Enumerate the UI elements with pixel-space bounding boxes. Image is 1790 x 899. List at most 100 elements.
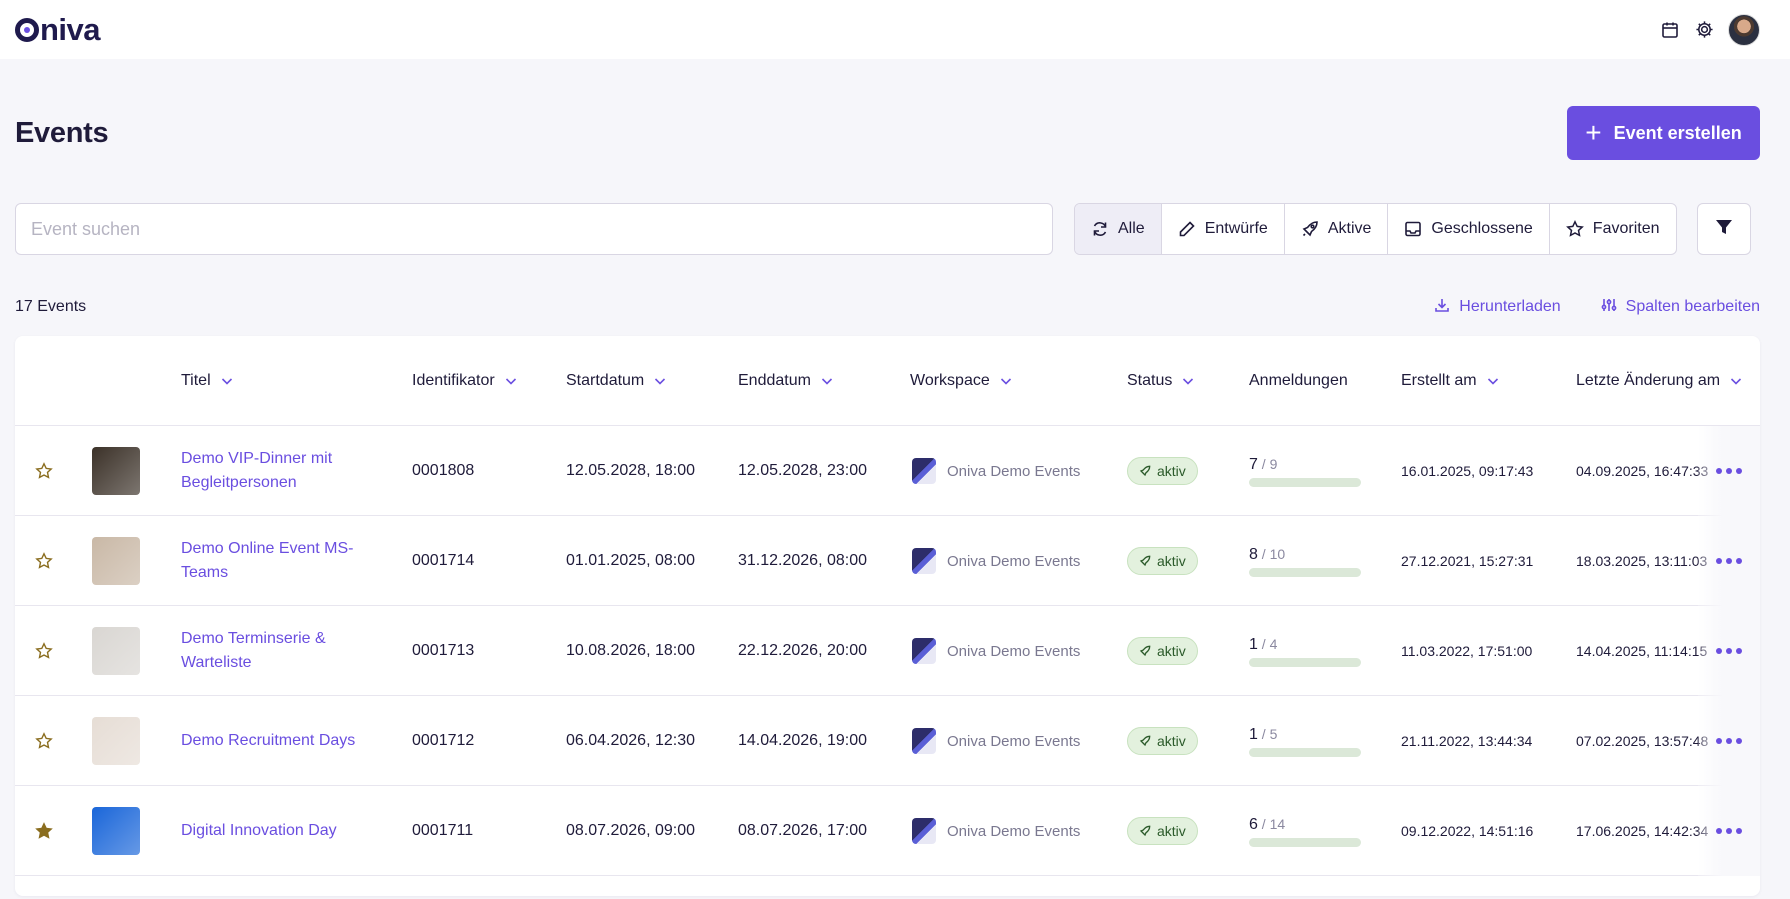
status-badge: aktiv: [1127, 547, 1198, 575]
status-badge: aktiv: [1127, 817, 1198, 845]
pencil-icon: [1178, 220, 1196, 238]
more-options-icon[interactable]: [1716, 738, 1742, 744]
chevron-down-icon: [220, 374, 234, 388]
col-start[interactable]: Startdatum: [566, 336, 667, 426]
download-icon: [1434, 297, 1450, 318]
col-end-label: Enddatum: [738, 372, 811, 389]
create-event-button[interactable]: + Event erstellen: [1567, 106, 1760, 160]
col-status[interactable]: Status: [1127, 336, 1195, 426]
col-identifier-label: Identifikator: [412, 372, 495, 389]
event-title-link[interactable]: Demo Recruitment Days: [181, 696, 371, 786]
status-cell: aktiv: [1127, 516, 1198, 606]
more-options-icon[interactable]: [1716, 648, 1742, 654]
rocket-icon: [1139, 465, 1151, 477]
filter-favorites[interactable]: Favoriten: [1550, 204, 1676, 254]
star-icon: [1565, 220, 1584, 238]
rocket-icon: [1139, 555, 1151, 567]
status-cell: aktiv: [1127, 696, 1198, 786]
edit-columns-link[interactable]: Spalten bearbeiten: [1601, 297, 1760, 318]
rocket-icon: [1139, 645, 1151, 657]
col-created[interactable]: Erstellt am: [1401, 336, 1500, 426]
modified-date: 18.03.2025, 13:11:03: [1576, 553, 1708, 569]
chevron-down-icon: [653, 374, 667, 388]
filter-active-label: Aktive: [1327, 220, 1372, 237]
event-title-link[interactable]: Digital Innovation Day: [181, 786, 371, 876]
chevron-down-icon: [999, 374, 1013, 388]
created-date: 21.11.2022, 13:44:34: [1401, 733, 1533, 749]
rocket-icon: [1139, 735, 1151, 747]
event-start-date: 10.08.2026, 18:00: [566, 642, 696, 659]
calendar-icon[interactable]: [1660, 20, 1680, 40]
event-identifier: 0001711: [412, 822, 474, 839]
favorite-star-icon[interactable]: [35, 426, 53, 516]
filter-all-label: Alle: [1118, 220, 1145, 237]
filter-closed[interactable]: Geschlossene: [1388, 204, 1550, 254]
more-options-icon[interactable]: [1716, 558, 1742, 564]
col-identifier[interactable]: Identifikator: [412, 336, 518, 426]
user-avatar[interactable]: [1728, 13, 1760, 46]
row-actions: [1698, 606, 1760, 696]
advanced-filter-button[interactable]: [1696, 203, 1751, 255]
event-identifier: 0001714: [412, 552, 475, 569]
col-title[interactable]: Titel: [181, 336, 234, 426]
registrations-cell: 6 / 14: [1249, 786, 1361, 876]
modified-date: 17.06.2025, 14:42:34: [1576, 823, 1709, 839]
logo-text: niva: [40, 11, 101, 47]
table-row[interactable]: Demo VIP-Dinner mit Begleitpersonen 0001…: [15, 426, 1760, 516]
event-end-date: 12.05.2028, 23:00: [738, 462, 868, 479]
event-start-date: 08.07.2026, 09:00: [566, 822, 696, 839]
row-actions: [1698, 786, 1760, 876]
event-count: 17 Events: [15, 298, 87, 315]
table-row[interactable]: Demo Terminserie & Warteliste 0001713 10…: [15, 606, 1760, 696]
favorite-star-icon[interactable]: [35, 606, 53, 696]
status-badge: aktiv: [1127, 457, 1198, 485]
favorite-star-icon[interactable]: [35, 696, 53, 786]
table-row[interactable]: Demo Online Event MS-Teams 0001714 01.01…: [15, 516, 1760, 606]
modified-date: 07.02.2025, 13:57:48: [1576, 733, 1709, 749]
event-workspace: Oniva Demo Events: [912, 516, 1080, 606]
workspace-icon: [912, 548, 936, 574]
top-bar: niva: [0, 0, 1790, 59]
table-row[interactable]: Digital Innovation Day 0001711 08.07.202…: [15, 786, 1760, 876]
created-date: 16.01.2025, 09:17:43: [1401, 463, 1534, 479]
gear-icon[interactable]: [1694, 20, 1714, 40]
row-actions: [1698, 696, 1760, 786]
registrations-cell: 8 / 10: [1249, 516, 1361, 606]
event-thumbnail: [92, 447, 140, 495]
registration-count: 1 / 4: [1249, 635, 1278, 653]
inbox-icon: [1404, 220, 1422, 238]
col-modified[interactable]: Letzte Änderung am: [1576, 336, 1743, 426]
registration-progress-bar: [1249, 567, 1361, 577]
registration-progress-bar: [1249, 837, 1361, 847]
event-search-input[interactable]: [15, 203, 1053, 255]
chevron-down-icon: [504, 374, 518, 388]
oniva-logo[interactable]: niva: [15, 11, 101, 48]
col-workspace[interactable]: Workspace: [910, 336, 1013, 426]
event-title-link[interactable]: Demo VIP-Dinner mit Begleitpersonen: [181, 426, 371, 516]
col-end[interactable]: Enddatum: [738, 336, 834, 426]
status-badge: aktiv: [1127, 727, 1198, 755]
filter-favorites-label: Favoriten: [1592, 220, 1660, 237]
event-title-link[interactable]: Demo Online Event MS-Teams: [181, 516, 371, 606]
download-link[interactable]: Herunterladen: [1434, 297, 1561, 318]
favorite-star-icon[interactable]: [35, 516, 53, 606]
favorite-star-icon[interactable]: [35, 786, 53, 876]
filter-drafts[interactable]: Entwürfe: [1162, 204, 1285, 254]
registration-progress-bar: [1249, 477, 1361, 487]
rocket-icon: [1301, 220, 1319, 238]
filter-all[interactable]: Alle: [1075, 204, 1162, 254]
event-end-date: 08.07.2026, 17:00: [738, 822, 868, 839]
table-row[interactable]: Demo Recruitment Days 0001712 06.04.2026…: [15, 696, 1760, 786]
col-registrations-label: Anmeldungen: [1249, 372, 1348, 389]
more-options-icon[interactable]: [1716, 828, 1742, 834]
filter-active[interactable]: Aktive: [1285, 204, 1389, 254]
download-label: Herunterladen: [1459, 298, 1561, 315]
workspace-icon: [912, 458, 936, 484]
event-title-link[interactable]: Demo Terminserie & Warteliste: [181, 606, 371, 696]
created-date: 09.12.2022, 14:51:16: [1401, 823, 1534, 839]
more-options-icon[interactable]: [1716, 468, 1742, 474]
event-identifier: 0001713: [412, 642, 475, 659]
workspace-icon: [912, 818, 936, 844]
event-workspace: Oniva Demo Events: [912, 426, 1080, 516]
event-thumbnail: [92, 807, 140, 855]
